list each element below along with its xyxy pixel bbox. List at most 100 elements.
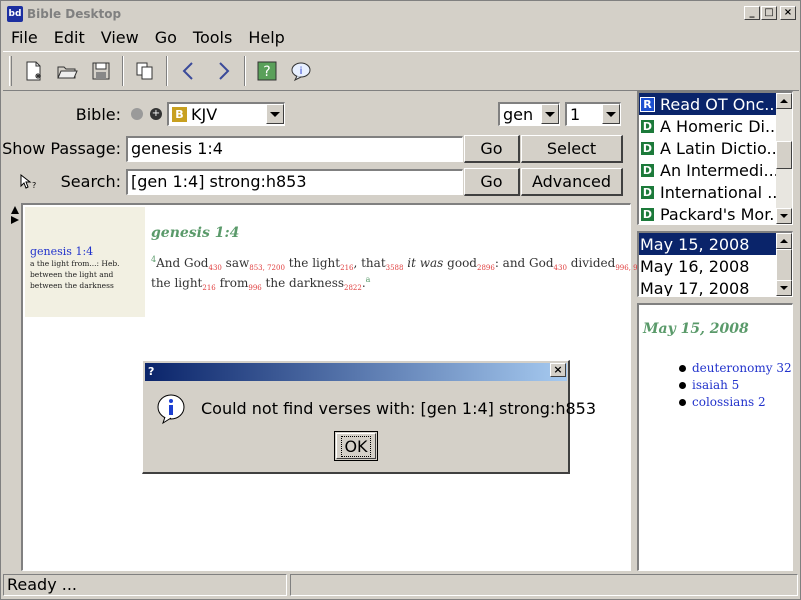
list-item[interactable]: D Packard's Mor... bbox=[639, 203, 792, 224]
collapse-up-icon[interactable] bbox=[11, 206, 19, 214]
scroll-up-icon[interactable] bbox=[776, 93, 792, 109]
back-icon[interactable] bbox=[172, 54, 206, 88]
scroll-down-icon[interactable] bbox=[776, 280, 792, 296]
strongs-number-link[interactable]: 3588 bbox=[386, 264, 404, 272]
footnote-marker[interactable]: a bbox=[366, 275, 371, 284]
add-bible-icon[interactable]: + bbox=[150, 108, 162, 120]
info-icon bbox=[155, 393, 187, 425]
chapter-value: 1 bbox=[570, 105, 581, 124]
daily-date-heading: May 15, 2008 bbox=[643, 321, 749, 337]
strongs-number-link[interactable]: 2822 bbox=[344, 284, 362, 292]
ok-button[interactable]: OK bbox=[334, 431, 378, 461]
date-item[interactable]: May 17, 2008 bbox=[639, 277, 792, 297]
list-item[interactable]: R Read OT Onc... bbox=[639, 93, 792, 115]
dialog-close-button[interactable]: × bbox=[550, 363, 566, 377]
bible-version-select[interactable]: B KJV bbox=[167, 102, 285, 126]
menu-go[interactable]: Go bbox=[147, 28, 185, 47]
list-item-label: Packard's Mor... bbox=[660, 204, 785, 224]
list-item[interactable]: D International ... bbox=[639, 181, 792, 203]
remove-bible-icon[interactable] bbox=[131, 108, 143, 120]
maximize-button[interactable]: □ bbox=[761, 6, 777, 20]
app-icon: bd bbox=[7, 6, 23, 22]
strongs-number-link[interactable]: 430 bbox=[208, 264, 221, 272]
svg-text:?: ? bbox=[32, 181, 36, 190]
ok-label: OK bbox=[341, 435, 371, 457]
strongs-number-link[interactable]: 216 bbox=[202, 284, 215, 292]
chevron-down-icon[interactable] bbox=[541, 104, 559, 124]
reading-label[interactable]: isaiah 5 bbox=[692, 378, 739, 392]
notes-panel: genesis 1:4 a the light from...: Heb. be… bbox=[25, 207, 145, 317]
list-item[interactable]: D An Intermedi... bbox=[639, 159, 792, 181]
daily-reading-pane: May 15, 2008 deuteronomy 32 isaiah 5 col… bbox=[637, 303, 793, 571]
list-item[interactable]: D A Latin Dictio... bbox=[639, 137, 792, 159]
dates-scrollbar[interactable] bbox=[776, 233, 792, 296]
chapter-select[interactable]: 1 bbox=[565, 102, 621, 126]
passage-go-button[interactable]: Go bbox=[464, 135, 520, 163]
menu-view[interactable]: View bbox=[93, 28, 147, 47]
verse-word: the light bbox=[151, 276, 203, 290]
pointer-help-icon[interactable]: ? bbox=[19, 173, 37, 191]
date-item[interactable]: May 16, 2008 bbox=[639, 255, 792, 277]
strongs-number-link[interactable]: 2896 bbox=[477, 264, 495, 272]
menu-file[interactable]: File bbox=[3, 28, 46, 47]
search-input[interactable]: [gen 1:4] strong:h853 bbox=[126, 169, 463, 195]
open-icon[interactable] bbox=[50, 54, 84, 88]
reading-link[interactable]: colossians 2 bbox=[679, 395, 766, 409]
dialog-title: ? bbox=[148, 365, 155, 378]
passage-input[interactable]: genesis 1:4 bbox=[126, 136, 463, 162]
list-item-label: International ... bbox=[660, 182, 783, 202]
chevron-down-icon[interactable] bbox=[602, 104, 620, 124]
menu-bar: File Edit View Go Tools Help bbox=[3, 25, 293, 49]
dialog-title-bar[interactable]: ? bbox=[145, 363, 567, 381]
scroll-thumb[interactable] bbox=[776, 249, 792, 281]
search-go-button[interactable]: Go bbox=[464, 168, 520, 196]
list-item-label: A Latin Dictio... bbox=[660, 138, 782, 158]
strongs-number-link[interactable]: 430 bbox=[554, 264, 567, 272]
title-bar[interactable]: bd Bible Desktop _ □ × bbox=[3, 3, 798, 25]
daily-books-list[interactable]: R Read OT Onc... D A Homeric Di... D A Latin … bbox=[637, 91, 793, 225]
minimize-button[interactable]: _ bbox=[744, 6, 760, 20]
scroll-down-icon[interactable] bbox=[776, 208, 792, 224]
reading-link[interactable]: isaiah 5 bbox=[679, 378, 739, 392]
book-type-icon: D bbox=[640, 118, 655, 134]
book-select[interactable]: gen bbox=[498, 102, 560, 126]
strongs-number-link[interactable]: 853, 7200 bbox=[249, 264, 285, 272]
close-button[interactable]: × bbox=[780, 6, 796, 20]
save-icon[interactable] bbox=[84, 54, 118, 88]
svg-text:?: ? bbox=[263, 64, 270, 80]
forward-icon[interactable] bbox=[206, 54, 240, 88]
reading-link[interactable]: deuteronomy 32 bbox=[679, 361, 792, 375]
strongs-number-link[interactable]: 216 bbox=[340, 264, 353, 272]
advanced-search-button[interactable]: Advanced bbox=[521, 168, 623, 196]
list-item-label: A Homeric Di... bbox=[660, 116, 781, 136]
toolbar: ? i bbox=[3, 51, 799, 91]
reading-label[interactable]: deuteronomy 32 bbox=[692, 361, 792, 375]
menu-edit[interactable]: Edit bbox=[46, 28, 93, 47]
menu-tools[interactable]: Tools bbox=[185, 28, 240, 47]
reading-label[interactable]: colossians 2 bbox=[692, 395, 766, 409]
menu-help[interactable]: Help bbox=[240, 28, 292, 47]
copy-icon[interactable] bbox=[128, 54, 162, 88]
new-window-icon[interactable] bbox=[16, 54, 50, 88]
notes-reference-link[interactable]: genesis 1:4 bbox=[30, 245, 145, 258]
date-item[interactable]: May 15, 2008 bbox=[639, 233, 792, 255]
about-icon[interactable]: i bbox=[284, 54, 318, 88]
scroll-thumb[interactable] bbox=[776, 141, 792, 169]
expand-right-icon[interactable] bbox=[11, 216, 19, 224]
verse-word: divided bbox=[566, 256, 616, 270]
select-button[interactable]: Select bbox=[521, 135, 623, 163]
window-title: Bible Desktop bbox=[27, 7, 122, 21]
dates-list[interactable]: May 15, 2008 May 16, 2008 May 17, 2008 bbox=[637, 231, 793, 297]
help-icon[interactable]: ? bbox=[250, 54, 284, 88]
strongs-number-link[interactable]: 996 bbox=[248, 284, 261, 292]
chevron-down-icon[interactable] bbox=[266, 104, 284, 124]
show-passage-label: Show Passage: bbox=[2, 139, 121, 158]
verse-word: : and God bbox=[494, 256, 554, 270]
verse-word: And God bbox=[156, 256, 209, 270]
books-scrollbar[interactable] bbox=[776, 93, 792, 224]
dialog-message: Could not find verses with: [gen 1:4] st… bbox=[201, 399, 596, 418]
scroll-up-icon[interactable] bbox=[776, 233, 792, 249]
toolbar-grip[interactable] bbox=[9, 56, 12, 86]
list-item[interactable]: D A Homeric Di... bbox=[639, 115, 792, 137]
verse-word: the light bbox=[284, 256, 341, 270]
